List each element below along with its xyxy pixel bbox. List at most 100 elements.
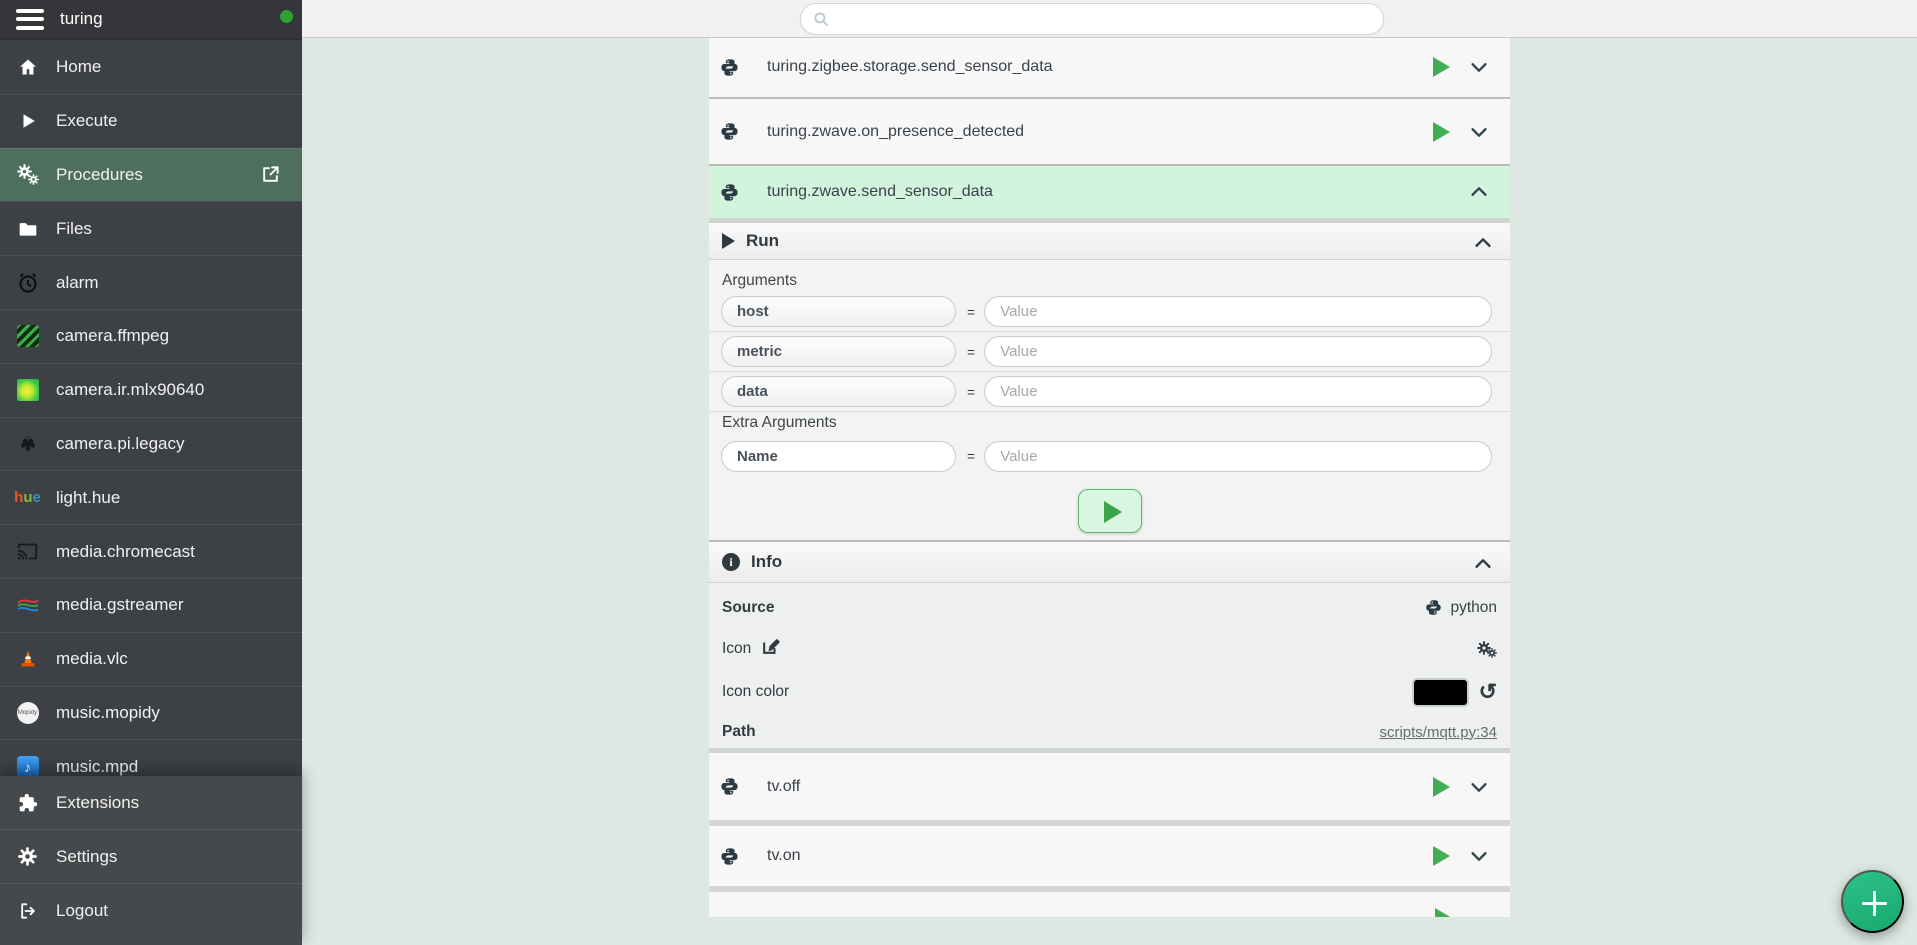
extra-argument-value-input[interactable] [984, 441, 1492, 472]
equals-sign: = [967, 448, 975, 464]
home-icon [15, 54, 40, 79]
info-row-source: Source python [722, 585, 1497, 630]
icon-color-swatch[interactable] [1412, 678, 1469, 707]
procedure-name: turing.zwave.on_presence_detected [767, 123, 1024, 141]
sidebar-item-media-gstreamer[interactable]: media.gstreamer [0, 578, 302, 632]
search-bar [800, 3, 1384, 35]
gears-icon [15, 162, 40, 187]
run-section-header[interactable]: Run [709, 223, 1510, 260]
sidebar-item-procedures[interactable]: Procedures [0, 148, 302, 202]
procedure-row[interactable]: turing.zwave.on_presence_detected [709, 99, 1510, 164]
procedure-name: tv.off [767, 778, 800, 796]
argument-row-metric: = [709, 332, 1510, 372]
chevron-down-icon[interactable] [1468, 776, 1490, 798]
python-icon [720, 777, 739, 796]
gear-icon [15, 844, 40, 869]
sidebar-item-logout[interactable]: Logout [0, 883, 302, 937]
sidebar-item-label: media.vlc [56, 649, 128, 669]
python-icon [1425, 599, 1442, 616]
procedure-row-partial[interactable] [709, 892, 1510, 917]
vlc-cone-icon [15, 647, 40, 672]
hamburger-menu-icon[interactable] [16, 9, 44, 30]
python-icon [720, 122, 739, 141]
source-value: python [1425, 599, 1497, 617]
sidebar: turing Home Execute Procedures [0, 0, 302, 945]
hue-logo-icon: hue [15, 485, 40, 510]
procedures-list: turing.zigbee.storage.send_sensor_data t… [709, 37, 1510, 917]
chevron-up-icon[interactable] [1472, 232, 1494, 259]
procedure-row-selected[interactable]: turing.zwave.send_sensor_data [709, 166, 1510, 218]
procedure-row[interactable]: tv.off [709, 753, 1510, 820]
chevron-up-icon[interactable] [1472, 553, 1494, 580]
play-icon [15, 109, 40, 134]
mopidy-icon: Mopidy [15, 700, 40, 725]
info-section-title: Info [751, 552, 782, 572]
sidebar-item-files[interactable]: Files [0, 201, 302, 255]
sidebar-item-settings[interactable]: Settings [0, 829, 302, 883]
sidebar-item-home[interactable]: Home [0, 40, 302, 94]
run-procedure-icon[interactable] [1433, 777, 1450, 797]
argument-value-input[interactable] [984, 336, 1492, 367]
python-icon [720, 183, 739, 202]
sidebar-item-camera-pi[interactable]: camera.pi.legacy [0, 417, 302, 471]
sidebar-item-label: Settings [56, 847, 117, 867]
run-procedure-button[interactable] [1078, 489, 1142, 533]
chevron-down-icon[interactable] [1468, 56, 1490, 78]
extra-argument-name-input[interactable] [721, 441, 956, 472]
sidebar-item-label: music.mopidy [56, 703, 160, 723]
chevron-up-icon[interactable] [1468, 181, 1490, 203]
run-procedure-icon[interactable] [1433, 57, 1450, 77]
logout-icon [15, 898, 40, 923]
equals-sign: = [967, 384, 975, 400]
sidebar-item-camera-ffmpeg[interactable]: camera.ffmpeg [0, 309, 302, 363]
chevron-down-icon[interactable] [1468, 845, 1490, 867]
hostname-title: turing [60, 9, 103, 29]
sidebar-item-camera-ir[interactable]: camera.ir.mlx90640 [0, 363, 302, 417]
sidebar-item-extensions[interactable]: Extensions [0, 776, 302, 830]
argument-name-field[interactable] [721, 376, 956, 407]
sidebar-item-label: camera.ir.mlx90640 [56, 380, 204, 400]
puzzle-icon [15, 790, 40, 815]
run-procedure-icon[interactable] [1433, 122, 1450, 142]
info-icon [722, 553, 740, 571]
chevron-down-icon[interactable] [1468, 121, 1490, 143]
chromecast-icon [15, 539, 40, 564]
procedure-icon-gears [1477, 641, 1497, 658]
sidebar-item-alarm[interactable]: alarm [0, 255, 302, 309]
procedure-name: tv.on [767, 847, 801, 865]
sidebar-item-label: Extensions [56, 793, 139, 813]
sidebar-item-media-chromecast[interactable]: media.chromecast [0, 524, 302, 578]
search-input[interactable] [800, 3, 1384, 35]
ffmpeg-icon [15, 324, 40, 349]
argument-name-field[interactable] [721, 336, 956, 367]
procedure-row[interactable]: turing.zigbee.storage.send_sensor_data [709, 37, 1510, 97]
procedure-row[interactable]: tv.on [709, 826, 1510, 886]
sidebar-item-label: media.gstreamer [56, 595, 184, 615]
info-section-header[interactable]: Info [709, 542, 1510, 583]
path-label: Path [722, 723, 756, 741]
add-procedure-button[interactable] [1841, 870, 1904, 933]
sidebar-item-media-vlc[interactable]: media.vlc [0, 632, 302, 686]
sidebar-item-light-hue[interactable]: hue light.hue [0, 470, 302, 524]
thermal-camera-icon [15, 378, 40, 403]
sidebar-item-music-mopidy[interactable]: Mopidy music.mopidy [0, 686, 302, 740]
argument-name-field[interactable] [721, 296, 956, 327]
equals-sign: = [967, 304, 975, 320]
sidebar-item-execute[interactable]: Execute [0, 94, 302, 148]
reset-color-icon[interactable] [1479, 681, 1497, 703]
path-link[interactable]: scripts/mqtt.py:34 [1379, 724, 1497, 741]
equals-sign: = [967, 344, 975, 360]
argument-value-input[interactable] [984, 376, 1492, 407]
sidebar-item-label: light.hue [56, 488, 120, 508]
run-procedure-icon[interactable] [1433, 846, 1450, 866]
external-link-icon[interactable] [261, 165, 280, 189]
icon-label: Icon [722, 640, 751, 658]
argument-value-input[interactable] [984, 296, 1492, 327]
sidebar-item-label: alarm [56, 273, 99, 293]
run-procedure-icon [1435, 908, 1452, 917]
folder-icon [15, 216, 40, 241]
sidebar-item-label: Files [56, 219, 92, 239]
argument-row-host: = [709, 292, 1510, 332]
edit-icon[interactable] [761, 637, 780, 661]
connection-status-dot [280, 10, 293, 23]
